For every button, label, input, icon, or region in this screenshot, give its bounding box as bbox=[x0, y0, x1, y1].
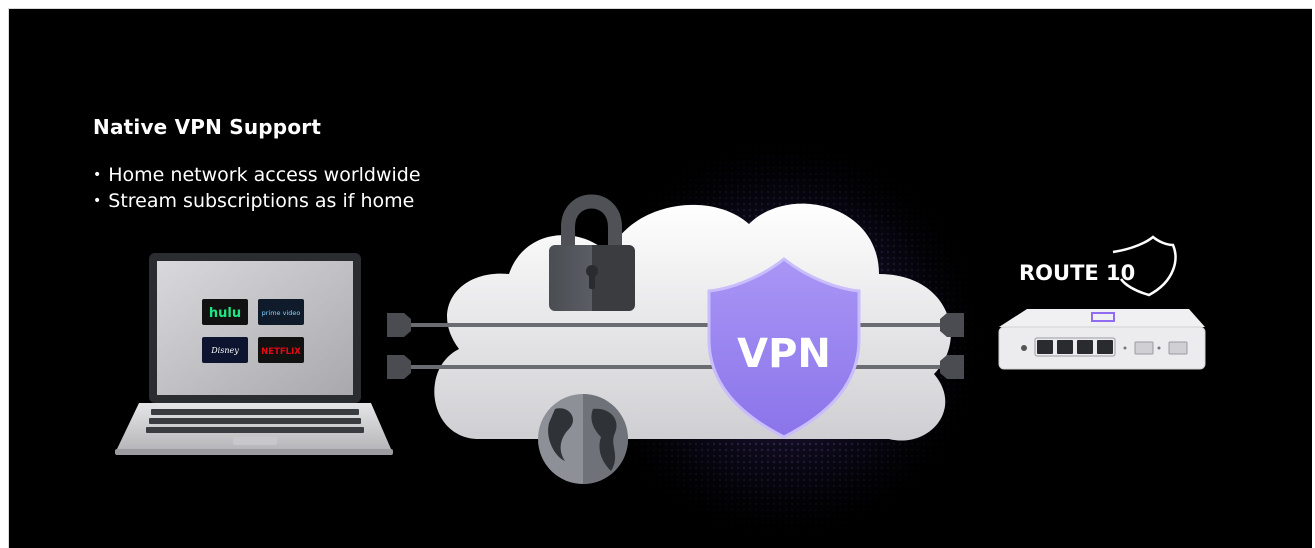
brand-name: ROUTE 10 bbox=[1019, 261, 1135, 285]
streaming-tile-netflix: NETFLIX bbox=[258, 337, 304, 363]
shield-label: VPN bbox=[737, 331, 831, 377]
svg-text:NETFLIX: NETFLIX bbox=[261, 347, 301, 357]
vpn-illustration: VPN hulu prime video Disney NETFLIX ROUT… bbox=[115, 119, 1206, 548]
route10-logo: ROUTE 10 bbox=[1019, 235, 1177, 297]
hero-banner: Native VPN Support Home network access w… bbox=[8, 8, 1312, 548]
laptop-icon: hulu prime video Disney NETFLIX bbox=[115, 253, 393, 455]
svg-text:prime video: prime video bbox=[262, 309, 301, 317]
svg-text:Disney: Disney bbox=[210, 346, 239, 355]
streaming-tile-hulu: hulu bbox=[202, 299, 248, 325]
svg-text:hulu: hulu bbox=[209, 306, 241, 321]
streaming-tile-prime-video: prime video bbox=[258, 299, 304, 325]
globe-icon bbox=[538, 394, 628, 484]
streaming-tile-disney: Disney bbox=[202, 337, 248, 363]
router-device-icon bbox=[998, 309, 1206, 370]
